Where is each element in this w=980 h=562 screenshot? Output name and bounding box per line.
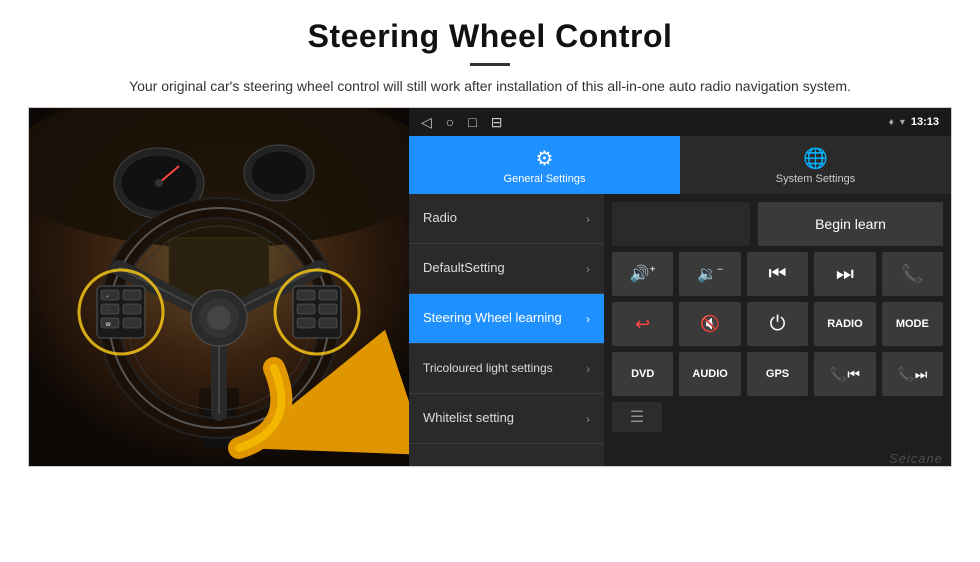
- top-tabs: ⚙ General Settings 🌐 System Settings: [409, 136, 951, 194]
- tab-system-label: System Settings: [776, 173, 855, 185]
- begin-learn-row: Begin learn: [612, 202, 943, 246]
- nav-recent-icon[interactable]: □: [468, 114, 476, 130]
- content-area: Radio › DefaultSetting › Steering Wheel …: [409, 194, 951, 466]
- tel-next-icon: 📞⏭: [897, 366, 927, 383]
- mode-label: MODE: [896, 318, 929, 330]
- menu-tricoloured-chevron: ›: [586, 362, 590, 376]
- left-menu: Radio › DefaultSetting › Steering Wheel …: [409, 194, 604, 466]
- status-bar-info: ♦ ▾ 13:13: [889, 116, 939, 128]
- radio-button[interactable]: RADIO: [814, 302, 875, 346]
- prev-icon: ⏮: [769, 263, 787, 286]
- main-content: + - ☎: [28, 107, 952, 467]
- page-header: Steering Wheel Control Your original car…: [0, 0, 980, 107]
- tab-general-label: General Settings: [504, 173, 586, 185]
- page-title: Steering Wheel Control: [40, 18, 940, 55]
- menu-default-label: DefaultSetting: [423, 260, 505, 277]
- nav-home-icon[interactable]: ○: [446, 114, 454, 130]
- vol-down-button[interactable]: 🔉−: [679, 252, 740, 296]
- prev-track-button[interactable]: ⏮: [747, 252, 808, 296]
- location-icon: ♦: [889, 117, 894, 128]
- empty-field: [612, 202, 750, 246]
- mode-button[interactable]: MODE: [882, 302, 943, 346]
- next-track-button[interactable]: ⏭: [814, 252, 875, 296]
- next-icon: ⏭: [836, 263, 854, 286]
- control-row-2: ↩ 🔇 ⏻ RADIO MODE: [612, 302, 943, 346]
- hangup-button[interactable]: ↩: [612, 302, 673, 346]
- radio-label: RADIO: [827, 318, 862, 330]
- svg-text:☎: ☎: [105, 322, 111, 328]
- menu-steering-label: Steering Wheel learning: [423, 310, 562, 327]
- call-icon: 📞: [901, 264, 923, 285]
- menu-whitelist-label: Whitelist setting: [423, 410, 514, 427]
- vol-up-button[interactable]: 🔊+: [612, 252, 673, 296]
- audio-button[interactable]: AUDIO: [679, 352, 740, 396]
- menu-steering-chevron: ›: [586, 312, 590, 326]
- menu-radio-chevron: ›: [586, 212, 590, 226]
- nav-extra-icon[interactable]: ⊟: [491, 114, 503, 131]
- car-image-section: + - ☎: [29, 108, 409, 466]
- tel-next-button[interactable]: 📞⏭: [882, 352, 943, 396]
- call-button[interactable]: 📞: [882, 252, 943, 296]
- watermark: Seicane: [889, 451, 943, 466]
- nav-back-icon[interactable]: ◁: [421, 114, 432, 131]
- tab-general-settings[interactable]: ⚙ General Settings: [409, 136, 680, 194]
- menu-item-radio[interactable]: Radio ›: [409, 194, 604, 244]
- tab-system-settings[interactable]: 🌐 System Settings: [680, 136, 951, 194]
- control-row-1: 🔊+ 🔉− ⏮ ⏭ 📞: [612, 252, 943, 296]
- menu-item-default[interactable]: DefaultSetting ›: [409, 244, 604, 294]
- begin-learn-button[interactable]: Begin learn: [758, 202, 943, 246]
- menu-radio-label: Radio: [423, 210, 457, 227]
- list-icon: ☰: [630, 407, 644, 427]
- menu-whitelist-chevron: ›: [586, 412, 590, 426]
- control-row-3: DVD AUDIO GPS 📞⏮ 📞⏭: [612, 352, 943, 396]
- dvd-label: DVD: [631, 368, 654, 380]
- system-globe-icon: 🌐: [803, 146, 828, 171]
- time-display: 13:13: [911, 116, 939, 128]
- menu-item-tricoloured[interactable]: Tricoloured light settings ›: [409, 344, 604, 394]
- power-icon: ⏻: [770, 313, 786, 336]
- vol-down-icon: 🔉−: [697, 264, 723, 284]
- header-description: Your original car's steering wheel contr…: [40, 76, 940, 97]
- audio-label: AUDIO: [692, 368, 727, 380]
- menu-item-whitelist[interactable]: Whitelist setting ›: [409, 394, 604, 444]
- mute-icon: 🔇: [700, 314, 720, 334]
- right-panel: Begin learn 🔊+ 🔉− ⏮ ⏭: [604, 194, 951, 466]
- menu-item-steering[interactable]: Steering Wheel learning ›: [409, 294, 604, 344]
- dvd-button[interactable]: DVD: [612, 352, 673, 396]
- list-button[interactable]: ☰: [612, 402, 662, 432]
- hangup-icon: ↩: [635, 314, 650, 335]
- vol-up-icon: 🔊+: [630, 264, 656, 284]
- menu-tricoloured-label: Tricoloured light settings: [423, 361, 553, 377]
- settings-gear-icon: ⚙: [536, 146, 554, 171]
- signal-icon: ▾: [900, 117, 905, 128]
- status-bar: ◁ ○ □ ⊟ ♦ ▾ 13:13: [409, 108, 951, 136]
- tel-prev-icon: 📞⏮: [830, 366, 860, 383]
- menu-default-chevron: ›: [586, 262, 590, 276]
- gps-button[interactable]: GPS: [747, 352, 808, 396]
- control-row-4: ☰: [612, 402, 943, 432]
- svg-text:+: +: [106, 294, 109, 300]
- power-button[interactable]: ⏻: [747, 302, 808, 346]
- mute-button[interactable]: 🔇: [679, 302, 740, 346]
- tel-prev-button[interactable]: 📞⏮: [814, 352, 875, 396]
- status-bar-nav: ◁ ○ □ ⊟: [421, 114, 502, 131]
- header-divider: [470, 63, 510, 66]
- gps-label: GPS: [766, 368, 789, 380]
- android-ui: ◁ ○ □ ⊟ ♦ ▾ 13:13 ⚙ General Settings 🌐 S…: [409, 108, 951, 466]
